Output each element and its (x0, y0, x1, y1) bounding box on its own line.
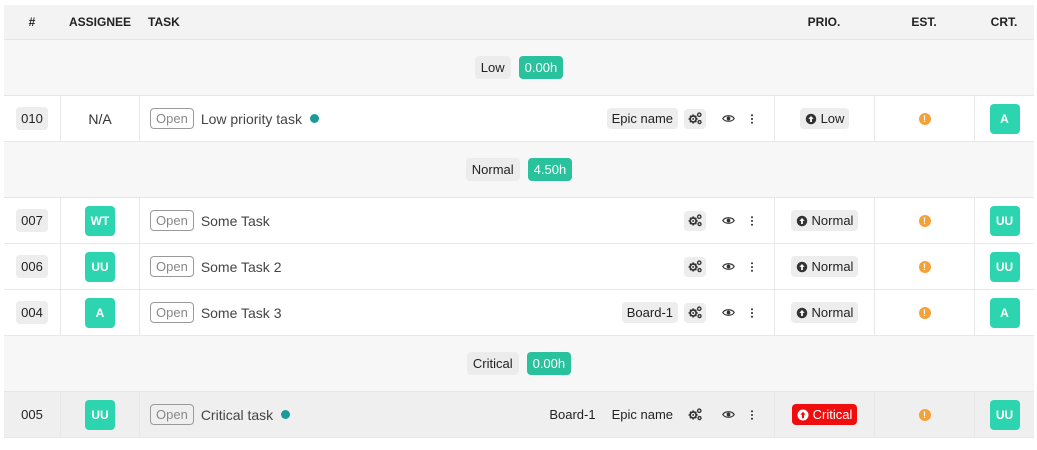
group-hours: 4.50h (527, 158, 573, 181)
status-badge[interactable]: Open (150, 210, 194, 231)
kebab-menu-icon[interactable] (744, 307, 760, 319)
exclamation-circle-icon[interactable]: ! (918, 408, 931, 421)
header-prio[interactable]: PRIO. (774, 5, 874, 39)
avatar[interactable]: A (989, 297, 1020, 328)
eye-icon[interactable] (717, 112, 739, 125)
group-critical: Critical 0.00h (4, 336, 1034, 392)
task-number: 006 (16, 255, 48, 278)
avatar[interactable]: UU (85, 251, 115, 282)
header-assignee[interactable]: ASSIGNEE (60, 5, 140, 39)
group-hours: 0.00h (518, 56, 564, 79)
table-row[interactable]: 006 UU Open Some Task 2 Normal ! UU (4, 244, 1034, 290)
avatar[interactable]: WT (85, 205, 115, 236)
epic-tag[interactable]: Epic name (607, 404, 678, 425)
priority-badge[interactable]: Critical (791, 404, 858, 425)
priority-badge[interactable]: Normal (790, 256, 859, 277)
avatar[interactable]: UU (989, 399, 1020, 430)
group-label: Low (474, 56, 511, 79)
status-badge[interactable]: Open (150, 404, 194, 425)
table-header: # ASSIGNEE TASK PRIO. EST. CRT. (4, 5, 1034, 40)
arrow-up-circle-icon (796, 307, 808, 319)
task-table: # ASSIGNEE TASK PRIO. EST. CRT. Low 0.00… (4, 5, 1034, 438)
table-row[interactable]: 004 A Open Some Task 3 Board-1 Normal ! … (4, 290, 1034, 336)
table-row[interactable]: 005 UU Open Critical task Board-1 Epic n… (4, 392, 1034, 438)
gears-icon[interactable] (684, 302, 706, 323)
arrow-up-circle-icon (796, 261, 808, 273)
exclamation-circle-icon[interactable]: ! (918, 214, 931, 227)
eye-icon[interactable] (717, 214, 739, 227)
header-num[interactable]: # (4, 5, 60, 39)
exclamation-circle-icon[interactable]: ! (918, 112, 931, 125)
status-badge[interactable]: Open (150, 108, 194, 129)
kebab-menu-icon[interactable] (744, 215, 760, 227)
avatar[interactable]: UU (989, 251, 1020, 282)
gears-icon[interactable] (684, 256, 706, 277)
status-badge[interactable]: Open (150, 256, 194, 277)
group-low: Low 0.00h (4, 40, 1034, 96)
priority-badge[interactable]: Normal (790, 302, 859, 323)
task-number: 004 (16, 301, 48, 324)
kebab-menu-icon[interactable] (744, 261, 760, 273)
exclamation-circle-icon[interactable]: ! (918, 260, 931, 273)
kebab-menu-icon[interactable] (744, 113, 760, 125)
table-row[interactable]: 010 N/A Open Low priority task Epic name… (4, 96, 1034, 142)
gears-icon[interactable] (684, 210, 706, 231)
avatar[interactable]: UU (989, 205, 1020, 236)
status-badge[interactable]: Open (150, 302, 194, 323)
task-number: 005 (21, 407, 43, 422)
eye-icon[interactable] (717, 260, 739, 273)
avatar[interactable]: UU (85, 399, 115, 430)
table-row[interactable]: 007 WT Open Some Task Normal ! UU (4, 198, 1034, 244)
arrow-up-circle-icon (796, 215, 808, 227)
task-title[interactable]: Some Task 3 (201, 305, 282, 321)
group-normal: Normal 4.50h (4, 142, 1034, 198)
header-est[interactable]: EST. (874, 5, 974, 39)
eye-icon[interactable] (717, 408, 739, 421)
task-title[interactable]: Some Task (201, 213, 270, 229)
task-number: 007 (16, 209, 48, 232)
indicator-dot (281, 410, 291, 419)
board-tag[interactable]: Board-1 (621, 302, 678, 323)
group-label: Critical (466, 352, 519, 375)
task-number: 010 (16, 107, 48, 130)
group-hours: 0.00h (526, 352, 572, 375)
task-title[interactable]: Some Task 2 (201, 259, 282, 275)
kebab-menu-icon[interactable] (744, 409, 760, 421)
avatar[interactable]: A (989, 103, 1020, 134)
eye-icon[interactable] (717, 306, 739, 319)
avatar[interactable]: A (85, 297, 115, 328)
task-title[interactable]: Low priority task (201, 111, 302, 127)
header-task[interactable]: TASK (140, 5, 774, 39)
gears-icon[interactable] (684, 405, 706, 425)
arrow-up-circle-icon (797, 409, 809, 420)
priority-badge[interactable]: Normal (790, 210, 859, 231)
epic-tag[interactable]: Epic name (606, 108, 678, 129)
indicator-dot (309, 114, 319, 123)
header-crt[interactable]: CRT. (974, 5, 1034, 39)
board-tag[interactable]: Board-1 (544, 404, 600, 425)
arrow-up-circle-icon (805, 113, 817, 125)
group-label: Normal (465, 158, 520, 181)
gears-icon[interactable] (684, 108, 706, 129)
priority-badge[interactable]: Low (799, 108, 850, 129)
task-title[interactable]: Critical task (201, 407, 273, 423)
exclamation-circle-icon[interactable]: ! (918, 306, 931, 319)
assignee-none[interactable]: N/A (88, 111, 111, 127)
